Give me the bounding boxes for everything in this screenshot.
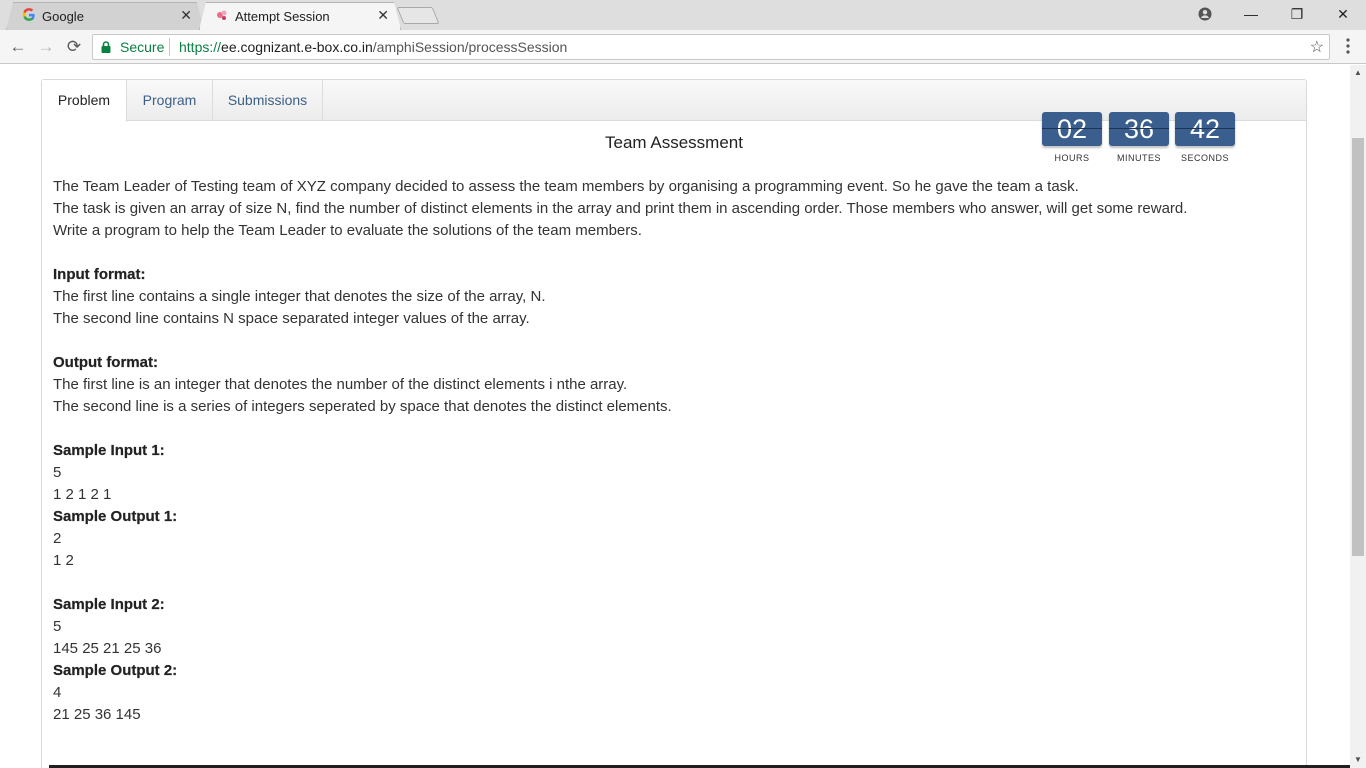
timer-hours-value: 02 bbox=[1042, 112, 1102, 146]
sample-input-2-line: 145 25 21 25 36 bbox=[53, 640, 162, 657]
reload-button[interactable]: ⟳ bbox=[64, 37, 84, 57]
forward-button[interactable]: → bbox=[36, 37, 56, 57]
scroll-up-arrow-icon[interactable]: ▲ bbox=[1350, 65, 1366, 81]
problem-statement: The Team Leader of Testing team of XYZ c… bbox=[53, 176, 1293, 726]
url-domain: ee.cognizant.e-box.co.in bbox=[221, 39, 373, 55]
account-icon-glyph bbox=[1198, 7, 1212, 21]
input-format-line: The second line contains N space separat… bbox=[53, 310, 530, 327]
menu-dots-glyph bbox=[1346, 38, 1350, 54]
sample-output-2-line: 21 25 36 145 bbox=[53, 706, 141, 723]
sample-output-1-line: 2 bbox=[53, 530, 62, 547]
sample-output-1-line: 1 2 bbox=[53, 552, 74, 569]
timer-minutes-value: 36 bbox=[1109, 112, 1169, 146]
address-divider bbox=[169, 38, 170, 56]
browser-tab-strip: Google ✕ Attempt Session ✕ — ❐ ✕ bbox=[0, 0, 1366, 30]
timer-seconds-value: 42 bbox=[1175, 112, 1235, 146]
sample-input-2-heading: Sample Input 2: bbox=[53, 596, 165, 613]
sample-output-2-heading: Sample Output 2: bbox=[53, 662, 178, 679]
timer-hours: 02 HOURS bbox=[1042, 112, 1102, 163]
restore-button[interactable]: ❐ bbox=[1274, 0, 1320, 28]
sample-input-1-line: 1 2 1 2 1 bbox=[53, 486, 112, 503]
close-window-button[interactable]: ✕ bbox=[1320, 0, 1366, 28]
scrollbar-thumb[interactable] bbox=[1352, 138, 1364, 556]
ebox-favicon-icon bbox=[217, 10, 227, 20]
tab-title: Attempt Session bbox=[235, 9, 330, 24]
account-icon[interactable] bbox=[1182, 0, 1228, 28]
url-text: https://ee.cognizant.e-box.co.in/amphiSe… bbox=[179, 39, 567, 55]
page-viewport: Problem Program Submissions Team Assessm… bbox=[0, 65, 1350, 768]
security-label: Secure bbox=[120, 39, 165, 55]
minimize-button[interactable]: — bbox=[1228, 0, 1274, 28]
output-format-line: The first line is an integer that denote… bbox=[53, 376, 628, 393]
intro-line: The Team Leader of Testing team of XYZ c… bbox=[53, 178, 1079, 195]
bookmark-star-icon[interactable]: ☆ bbox=[1310, 37, 1324, 57]
timer-minutes-label: MINUTES bbox=[1117, 153, 1161, 163]
tab-program[interactable]: Program bbox=[127, 80, 213, 121]
url-scheme: https:// bbox=[179, 39, 222, 55]
sample-output-1-heading: Sample Output 1: bbox=[53, 508, 178, 525]
timer-seconds-label: SECONDS bbox=[1180, 153, 1229, 163]
browser-tab-google[interactable]: Google ✕ bbox=[6, 2, 204, 30]
tab-problem[interactable]: Problem bbox=[42, 80, 127, 122]
browser-menu-icon[interactable] bbox=[1343, 38, 1353, 54]
address-bar[interactable]: Secure https://ee.cognizant.e-box.co.in/… bbox=[92, 34, 1330, 60]
url-path: /amphiSession/processSession bbox=[372, 39, 568, 55]
intro-line: The task is given an array of size N, fi… bbox=[53, 200, 1188, 217]
sample-output-2-line: 4 bbox=[53, 684, 62, 701]
browser-tab-attempt-session[interactable]: Attempt Session ✕ bbox=[199, 2, 401, 30]
lock-icon bbox=[101, 41, 111, 53]
close-tab-icon[interactable]: ✕ bbox=[180, 7, 192, 24]
tab-submissions[interactable]: Submissions bbox=[213, 80, 323, 121]
input-format-line: The first line contains a single integer… bbox=[53, 288, 546, 305]
tab-title: Google bbox=[42, 9, 84, 24]
output-format-line: The second line is a series of integers … bbox=[53, 398, 672, 415]
sample-input-1-heading: Sample Input 1: bbox=[53, 442, 165, 459]
timer-minutes: 36 MINUTES bbox=[1109, 112, 1169, 163]
page-scrollbar[interactable]: ▲ ▼ bbox=[1350, 65, 1366, 768]
browser-toolbar: ← → ⟳ Secure https://ee.cognizant.e-box.… bbox=[0, 30, 1366, 64]
timer-hours-label: HOURS bbox=[1054, 153, 1090, 163]
sample-input-2-line: 5 bbox=[53, 618, 62, 635]
back-button[interactable]: ← bbox=[8, 37, 28, 57]
output-format-heading: Output format: bbox=[53, 354, 158, 371]
sample-input-1-line: 5 bbox=[53, 464, 62, 481]
close-tab-icon[interactable]: ✕ bbox=[377, 7, 389, 24]
intro-line: Write a program to help the Team Leader … bbox=[53, 222, 642, 239]
google-icon bbox=[22, 8, 35, 21]
input-format-heading: Input format: bbox=[53, 266, 146, 283]
new-tab-button[interactable] bbox=[396, 7, 440, 24]
scroll-down-arrow-icon[interactable]: ▼ bbox=[1350, 752, 1366, 768]
timer-seconds: 42 SECONDS bbox=[1175, 112, 1235, 163]
problem-panel: Problem Program Submissions Team Assessm… bbox=[41, 79, 1307, 768]
